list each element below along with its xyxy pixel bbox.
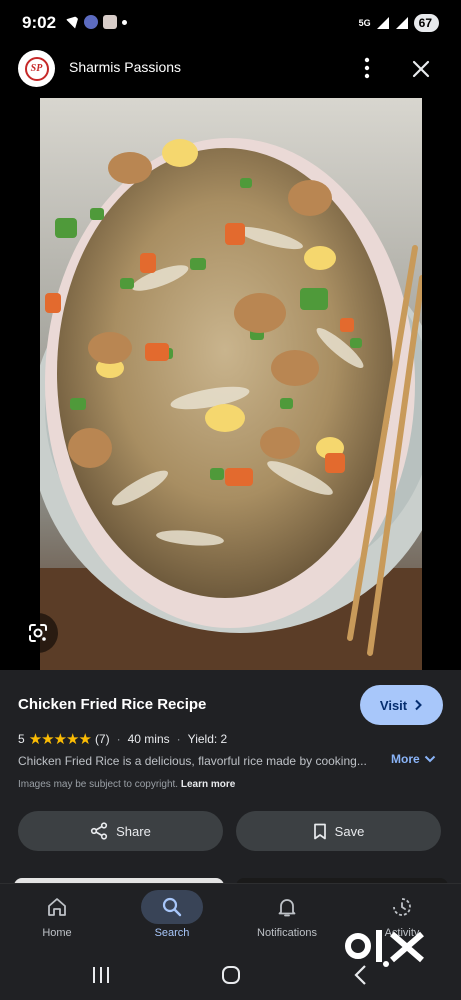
recipe-title[interactable]: Chicken Fried Rice Recipe bbox=[18, 696, 206, 713]
fried-rice-image[interactable] bbox=[40, 98, 422, 670]
chevron-right-icon bbox=[415, 699, 423, 711]
recipe-description: Chicken Fried Rice is a delicious, flavo… bbox=[18, 754, 367, 768]
more-button[interactable]: More bbox=[391, 752, 436, 766]
recipe-meta: 5 ★★★★★ (7) · 40 mins · Yield: 2 bbox=[18, 730, 227, 748]
home-circle-icon bbox=[222, 966, 240, 984]
site-logo[interactable]: SP bbox=[18, 50, 55, 87]
network-label: 5G bbox=[358, 18, 371, 28]
search-icon bbox=[162, 897, 182, 917]
chevron-down-icon bbox=[424, 755, 435, 763]
separator-dot: · bbox=[176, 732, 181, 746]
battery-level: 67 bbox=[418, 16, 432, 30]
more-label: More bbox=[391, 752, 420, 766]
recipe-yield: Yield: 2 bbox=[187, 732, 228, 746]
notification-icons bbox=[66, 15, 127, 29]
signal-icon bbox=[376, 17, 389, 29]
site-logo-text: SP bbox=[24, 56, 49, 81]
visit-button[interactable]: Visit bbox=[360, 685, 443, 725]
lens-icon bbox=[29, 624, 47, 642]
nav-label: Notifications bbox=[257, 927, 317, 939]
nav-notifications-pill bbox=[256, 890, 318, 924]
home-icon bbox=[48, 898, 66, 916]
image-viewer bbox=[0, 98, 461, 670]
nav-label: Home bbox=[42, 927, 72, 939]
status-bar: 9:02 5G 67 bbox=[0, 0, 461, 48]
visit-label: Visit bbox=[379, 697, 408, 713]
save-label: Save bbox=[334, 823, 365, 839]
bookmark-icon bbox=[313, 823, 326, 839]
share-icon bbox=[91, 822, 108, 840]
copyright-notice: Images may be subject to copyright. Lear… bbox=[18, 779, 235, 790]
result-info-panel: Chicken Fried Rice Recipe Visit 5 ★★★★★ … bbox=[0, 670, 461, 880]
status-indicators: 5G 67 bbox=[359, 14, 439, 32]
battery-indicator: 67 bbox=[413, 14, 439, 32]
more-options-icon[interactable] bbox=[356, 56, 378, 80]
app-notification-icon bbox=[103, 15, 117, 29]
save-button[interactable]: Save bbox=[236, 811, 441, 851]
nav-home-pill bbox=[26, 890, 88, 924]
nav-notifications[interactable]: Notifications bbox=[237, 890, 337, 946]
nav-label: Search bbox=[154, 927, 190, 939]
viewer-header: SP Sharmis Passions bbox=[0, 48, 461, 98]
nav-activity-pill bbox=[371, 890, 433, 924]
nav-search-pill bbox=[141, 890, 203, 924]
home-button[interactable] bbox=[216, 962, 246, 988]
separator-dot: · bbox=[116, 732, 121, 746]
site-name[interactable]: Sharmis Passions bbox=[69, 59, 181, 75]
nav-search[interactable]: Search bbox=[122, 890, 222, 946]
bell-icon bbox=[278, 899, 296, 917]
recent-apps-icon bbox=[93, 967, 109, 983]
app-notification-icon bbox=[84, 15, 98, 29]
app-notification-icon bbox=[66, 15, 79, 29]
rating-value: 5 bbox=[18, 732, 25, 746]
dot-icon bbox=[122, 19, 127, 25]
status-time: 9:02 bbox=[22, 13, 57, 32]
review-count: (7) bbox=[94, 732, 110, 746]
google-lens-button[interactable] bbox=[18, 613, 58, 653]
close-icon[interactable] bbox=[408, 56, 434, 82]
olx-watermark-logo bbox=[344, 924, 428, 968]
activity-icon bbox=[393, 898, 411, 916]
signal-icon bbox=[395, 17, 408, 29]
nav-home[interactable]: Home bbox=[7, 890, 107, 946]
share-label: Share bbox=[116, 823, 151, 839]
learn-more-link[interactable]: Learn more bbox=[181, 779, 235, 790]
share-button[interactable]: Share bbox=[18, 811, 223, 851]
rating-stars: ★★★★★ bbox=[28, 731, 92, 748]
copyright-text: Images may be subject to copyright. bbox=[18, 779, 179, 790]
cook-time: 40 mins bbox=[127, 732, 170, 746]
recent-apps-button[interactable] bbox=[86, 962, 116, 988]
